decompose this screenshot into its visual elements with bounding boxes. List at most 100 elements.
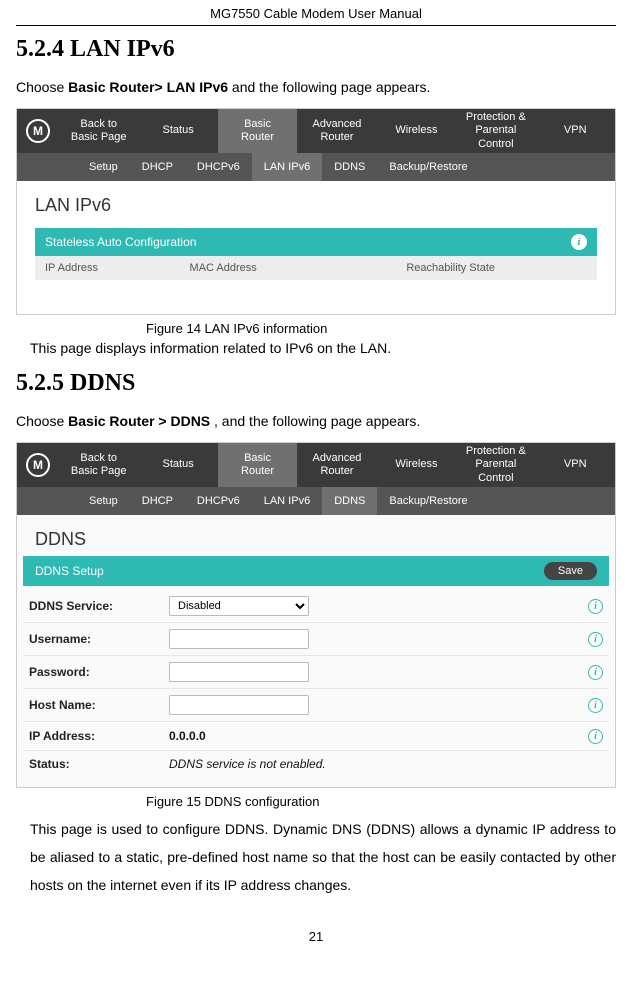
save-button[interactable]: Save bbox=[544, 562, 597, 580]
nav-line2: Basic Page bbox=[71, 465, 127, 478]
nav-line2: Basic Page bbox=[71, 131, 127, 144]
page-number: 21 bbox=[16, 929, 616, 944]
subnav-backup[interactable]: Backup/Restore bbox=[377, 153, 479, 181]
topnav-status[interactable]: Status bbox=[138, 443, 217, 487]
topnav-basic-router[interactable]: BasicRouter bbox=[218, 443, 297, 487]
nav-line2: Router bbox=[241, 465, 274, 478]
topnav-vpn[interactable]: VPN bbox=[536, 443, 615, 487]
info-icon[interactable]: i bbox=[588, 599, 603, 614]
subnav-setup[interactable]: Setup bbox=[77, 487, 130, 515]
subnav-dhcp[interactable]: DHCP bbox=[130, 153, 185, 181]
info-icon[interactable]: i bbox=[588, 632, 603, 647]
setup-header-label: DDNS Setup bbox=[35, 564, 104, 578]
topnav-advanced-router[interactable]: AdvancedRouter bbox=[297, 443, 376, 487]
ddns-setup-header: DDNS Setup Save bbox=[23, 556, 609, 586]
nav-line1: Protection & bbox=[466, 111, 526, 124]
topnav-vpn[interactable]: VPN bbox=[536, 109, 615, 153]
subnav-lanipv6[interactable]: LAN IPv6 bbox=[252, 487, 322, 515]
nav-line1: Advanced bbox=[313, 118, 362, 131]
ddns-form: DDNS Service: Disabled i Username: i Pas… bbox=[17, 586, 615, 787]
panel: LAN IPv6 Stateless Auto Configuration i … bbox=[17, 181, 615, 314]
topnav-wireless[interactable]: Wireless bbox=[377, 443, 456, 487]
logo-cell[interactable]: M bbox=[17, 443, 59, 487]
section-intro-lanipv6: Choose Basic Router> LAN IPv6 and the fo… bbox=[16, 77, 616, 98]
topnav-basic-router[interactable]: BasicRouter bbox=[218, 109, 297, 153]
info-icon[interactable]: i bbox=[571, 234, 587, 250]
subnav-backup[interactable]: Backup/Restore bbox=[377, 487, 479, 515]
nav-line1: Wireless bbox=[395, 458, 437, 471]
username-input[interactable] bbox=[169, 629, 309, 649]
topnav-back[interactable]: Back toBasic Page bbox=[59, 109, 138, 153]
ddns-service-select[interactable]: Disabled bbox=[169, 596, 309, 616]
topnav-status[interactable]: Status bbox=[138, 109, 217, 153]
intro-text: Choose bbox=[16, 79, 68, 95]
screenshot-lanipv6: M Back toBasic Page Status BasicRouter A… bbox=[16, 108, 616, 315]
nav-line2: Router bbox=[320, 131, 353, 144]
empty-row bbox=[35, 280, 597, 302]
band-label: Stateless Auto Configuration bbox=[45, 235, 196, 249]
subnav-dhcpv6[interactable]: DHCPv6 bbox=[185, 153, 252, 181]
info-icon[interactable]: i bbox=[588, 665, 603, 680]
intro-path: Basic Router> LAN IPv6 bbox=[68, 79, 228, 95]
password-input[interactable] bbox=[169, 662, 309, 682]
topnav-wireless[interactable]: Wireless bbox=[377, 109, 456, 153]
section-heading-ddns: 5.2.5 DDNS bbox=[16, 370, 616, 397]
topnav-advanced-router[interactable]: AdvancedRouter bbox=[297, 109, 376, 153]
subnav-dhcp[interactable]: DHCP bbox=[130, 487, 185, 515]
subnav-ddns[interactable]: DDNS bbox=[322, 153, 377, 181]
ip-value: 0.0.0.0 bbox=[169, 729, 206, 743]
row-ipaddress: IP Address: 0.0.0.0 i bbox=[23, 722, 609, 751]
intro-text-2: , and the following page appears. bbox=[214, 413, 420, 429]
status-value: DDNS service is not enabled. bbox=[169, 757, 326, 771]
top-nav: M Back toBasic Page Status BasicRouter A… bbox=[17, 443, 615, 487]
section-intro-ddns: Choose Basic Router > DDNS , and the fol… bbox=[16, 411, 616, 432]
topnav-protection[interactable]: Protection &Parental Control bbox=[456, 109, 535, 153]
subnav-lanipv6[interactable]: LAN IPv6 bbox=[252, 153, 322, 181]
intro-text: Choose bbox=[16, 413, 68, 429]
sub-nav: Setup DHCP DHCPv6 LAN IPv6 DDNS Backup/R… bbox=[17, 487, 615, 515]
figure15-caption: Figure 15 DDNS configuration bbox=[16, 794, 616, 809]
row-username: Username: i bbox=[23, 623, 609, 656]
nav-line1: Advanced bbox=[313, 452, 362, 465]
col-reach: Reachability State bbox=[406, 262, 587, 274]
panel-title: DDNS bbox=[17, 515, 615, 556]
nav-line1: Basic bbox=[244, 118, 271, 131]
nav-line2: Router bbox=[320, 465, 353, 478]
figure14-caption: Figure 14 LAN IPv6 information bbox=[16, 321, 616, 336]
nav-line1: Wireless bbox=[395, 124, 437, 137]
nav-line2: Parental Control bbox=[458, 458, 533, 484]
row-hostname: Host Name: i bbox=[23, 689, 609, 722]
section-desc-ddns: This page is used to configure DDNS. Dyn… bbox=[16, 815, 616, 899]
nav-line1: VPN bbox=[564, 124, 587, 137]
topnav-protection[interactable]: Protection &Parental Control bbox=[456, 443, 535, 487]
subnav-dhcpv6[interactable]: DHCPv6 bbox=[185, 487, 252, 515]
nav-line1: VPN bbox=[564, 458, 587, 471]
info-icon[interactable]: i bbox=[588, 698, 603, 713]
section-heading-lanipv6: 5.2.4 LAN IPv6 bbox=[16, 36, 616, 63]
label-status: Status: bbox=[29, 757, 169, 771]
label-password: Password: bbox=[29, 665, 169, 679]
nav-line1: Status bbox=[163, 458, 194, 471]
subnav-setup[interactable]: Setup bbox=[77, 153, 130, 181]
hostname-input[interactable] bbox=[169, 695, 309, 715]
nav-line1: Basic bbox=[244, 452, 271, 465]
motorola-logo-icon: M bbox=[26, 453, 50, 477]
row-password: Password: i bbox=[23, 656, 609, 689]
doc-header: MG7550 Cable Modem User Manual bbox=[16, 0, 616, 25]
intro-path: Basic Router > DDNS bbox=[68, 413, 214, 429]
sub-nav: Setup DHCP DHCPv6 LAN IPv6 DDNS Backup/R… bbox=[17, 153, 615, 181]
nav-line2: Parental Control bbox=[458, 124, 533, 150]
col-mac: MAC Address bbox=[190, 262, 407, 274]
topnav-back[interactable]: Back toBasic Page bbox=[59, 443, 138, 487]
logo-cell[interactable]: M bbox=[17, 109, 59, 153]
label-ddns-service: DDNS Service: bbox=[29, 599, 169, 613]
label-ipaddress: IP Address: bbox=[29, 729, 169, 743]
screenshot-ddns: M Back toBasic Page Status BasicRouter A… bbox=[16, 442, 616, 788]
nav-line2: Router bbox=[241, 131, 274, 144]
panel-title: LAN IPv6 bbox=[35, 195, 597, 216]
top-nav: M Back toBasic Page Status BasicRouter A… bbox=[17, 109, 615, 153]
info-icon[interactable]: i bbox=[588, 729, 603, 744]
nav-line1: Back to bbox=[80, 452, 117, 465]
row-status: Status: DDNS service is not enabled. bbox=[23, 751, 609, 777]
subnav-ddns[interactable]: DDNS bbox=[322, 487, 377, 515]
